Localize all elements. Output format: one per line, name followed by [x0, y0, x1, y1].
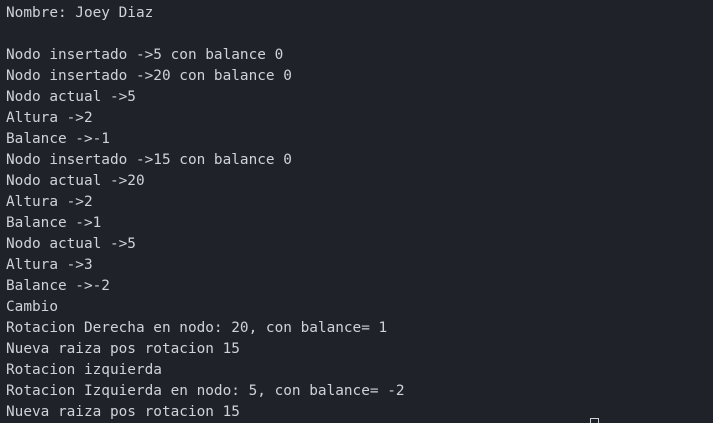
terminal-line: Nueva raiza pos rotacion 15 [6, 404, 240, 420]
terminal-line: Balance ->1 [6, 215, 102, 231]
terminal-line: Altura ->2 [6, 110, 93, 126]
terminal-line: Nodo actual ->20 [6, 173, 145, 189]
text-cursor [590, 418, 599, 423]
terminal-line: Nodo insertado ->20 con balance 0 [6, 68, 292, 84]
terminal-line: Balance ->-1 [6, 131, 110, 147]
terminal-line: Nodo insertado ->15 con balance 0 [6, 152, 292, 168]
terminal-line: Altura ->3 [6, 257, 93, 273]
terminal-line: Nodo actual ->5 [6, 236, 136, 252]
terminal-line: Rotacion Derecha en nodo: 20, con balanc… [6, 320, 388, 336]
terminal-line: Cambio [6, 299, 58, 315]
terminal-line: Nombre: Joey Diaz [6, 5, 154, 21]
terminal-line: Nueva raiza pos rotacion 15 [6, 341, 240, 357]
terminal-line: Balance ->-2 [6, 278, 110, 294]
terminal-line: Rotacion Izquierda en nodo: 5, con balan… [6, 383, 405, 399]
terminal-line: Nodo actual ->5 [6, 89, 136, 105]
terminal-line: Altura ->2 [6, 194, 93, 210]
terminal-line: Nodo insertado ->5 con balance 0 [6, 47, 284, 63]
terminal-output[interactable]: Nombre: Joey Diaz Nodo insertado ->5 con… [0, 0, 713, 423]
terminal-line: Rotacion izquierda [6, 362, 162, 378]
